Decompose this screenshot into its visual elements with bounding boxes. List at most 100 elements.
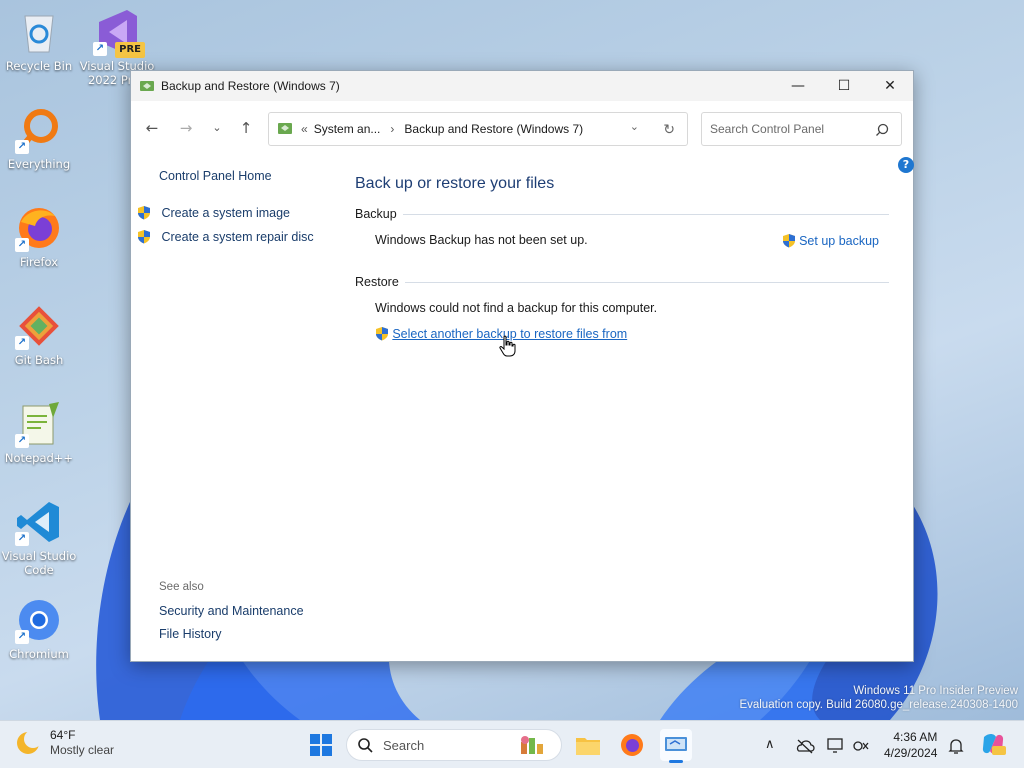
clock-time: 4:36 AM [893,730,938,744]
shortcut-arrow-icon: ↗ [93,42,107,56]
search-icon [358,738,373,753]
active-indicator [669,760,683,763]
set-up-backup-label[interactable]: Set up backup [799,234,879,248]
network-icon[interactable] [852,738,870,754]
help-icon[interactable]: ? [898,157,914,173]
copilot-icon [982,734,1006,755]
desktop-icon-notepad-plus-plus[interactable]: ↗ Notepad++ [1,400,77,465]
taskbar-search-box[interactable]: Search [346,729,562,761]
visual-studio-icon: PRE ↗ [93,8,145,58]
breadcrumb-system[interactable]: System an... [314,122,381,136]
notification-bell-icon[interactable] [948,737,964,755]
desktop-icon-label: Chromium [9,647,69,661]
recent-locations-chevron-icon[interactable]: ⌄ [207,118,227,138]
weather-description: Mostly clear [50,743,115,757]
back-arrow-icon[interactable]: ← [142,118,162,138]
shortcut-arrow-icon: ↗ [15,630,29,644]
uac-shield-icon [376,327,388,341]
close-button[interactable]: ✕ [867,71,913,101]
git-bash-icon: ↗ [15,302,63,350]
task-create-repair-disc[interactable]: Create a system repair disc [137,229,314,244]
control-panel-home-link[interactable]: Control Panel Home [159,169,272,183]
search-icon[interactable] [875,123,889,137]
taskbar-file-explorer[interactable] [572,729,604,761]
title-bar[interactable]: Backup and Restore (Windows 7) — ☐ ✕ [131,71,913,101]
window-title: Backup and Restore (Windows 7) [161,79,340,93]
task-label[interactable]: Create a system repair disc [161,230,313,244]
forward-arrow-icon[interactable]: → [176,118,196,138]
onedrive-offline-icon[interactable] [795,738,815,754]
notepad-plus-plus-icon: ↗ [15,400,63,448]
weather-moon-icon [17,730,42,754]
desktop-icon-recycle-bin[interactable]: Recycle Bin [1,8,77,73]
taskbar-control-panel-active[interactable] [660,729,692,763]
clock[interactable]: 4:36 AM 4/29/2024 [884,729,937,761]
desktop-icon-label: Everything [7,157,71,171]
backup-section-label: Backup [355,207,397,221]
refresh-icon[interactable]: ↻ [663,121,675,138]
vscode-icon: ↗ [15,498,63,546]
taskbar-search-label: Search [383,737,425,753]
restore-status-text: Windows could not find a backup for this… [375,301,658,315]
firefox-icon [621,734,643,756]
desktop-icon-vscode[interactable]: ↗ Visual Studio Code [1,498,77,577]
shortcut-arrow-icon: ↗ [15,434,29,448]
desktop-icon-firefox[interactable]: ↗ Firefox [1,204,77,269]
desktop-icon-git-bash[interactable]: ↗ Git Bash [1,302,77,367]
search-highlight-icon [521,736,543,754]
page-heading: Back up or restore your files [355,175,555,192]
control-panel-icon [278,123,292,134]
shortcut-arrow-icon: ↗ [15,238,29,252]
weather-widget[interactable]: 64°F Mostly clear [14,728,114,758]
maximize-button[interactable]: ☐ [821,71,867,101]
task-create-system-image[interactable]: Create a system image [137,205,290,220]
watermark-line-1: Windows 11 Pro Insider Preview [853,685,1018,697]
taskbar-firefox[interactable] [616,729,648,761]
address-dropdown-chevron-icon[interactable]: ⌄ [630,120,639,133]
uac-shield-icon [782,234,795,248]
display-icon[interactable] [827,738,845,754]
backup-restore-app-icon [140,81,154,91]
main-content: Back up or restore your files Backup Win… [355,175,889,357]
restore-section-header: Restore [355,275,889,289]
breadcrumb-overflow[interactable]: « [301,122,308,136]
minimize-button[interactable]: — [775,71,821,101]
copilot-button[interactable] [980,731,1006,757]
section-divider [402,213,889,215]
backup-restore-window: Backup and Restore (Windows 7) — ☐ ✕ ← →… [130,70,914,662]
everything-search-icon: ↗ [15,106,63,154]
desktop-icon-label: Firefox [19,255,59,269]
shortcut-arrow-icon: ↗ [15,336,29,350]
start-button[interactable] [305,729,337,761]
search-control-panel-input[interactable]: Search Control Panel [701,112,902,146]
clock-date: 4/29/2024 [884,746,938,760]
address-bar[interactable]: « System an... › Backup and Restore (Win… [268,112,688,146]
desktop-icon-chromium[interactable]: ↗ Chromium [1,596,77,661]
task-label[interactable]: Create a system image [161,206,290,220]
security-maintenance-link[interactable]: Security and Maintenance [159,604,304,618]
desktop-icon-label: Git Bash [14,353,64,367]
shortcut-arrow-icon: ↗ [15,532,29,546]
hand-cursor-icon [499,335,516,357]
evaluation-watermark: Windows 11 Pro Insider Preview Evaluatio… [739,685,1018,711]
search-placeholder: Search Control Panel [710,122,825,136]
up-arrow-icon[interactable]: ↑ [236,118,256,138]
control-panel-icon [665,737,687,751]
see-also-label: See also [159,581,204,593]
desktop-icon-label: Notepad++ [4,451,74,465]
shortcut-arrow-icon: ↗ [15,140,29,154]
desktop-icon-everything[interactable]: ↗ Everything [1,106,77,171]
backup-section-header: Backup [355,207,889,221]
firefox-icon: ↗ [15,204,63,252]
recycle-bin-icon [15,8,63,56]
breadcrumb-current[interactable]: Backup and Restore (Windows 7) [404,122,583,136]
desktop-icon-label: Visual Studio Code [1,549,77,577]
backup-status-text: Windows Backup has not been set up. [375,233,588,247]
breadcrumb-separator-icon: › [390,122,395,136]
show-hidden-icons-chevron-icon[interactable]: ∧ [765,736,775,752]
chromium-icon: ↗ [15,596,63,644]
windows-logo-icon [310,734,332,756]
pre-badge: PRE [115,42,145,58]
file-history-link[interactable]: File History [159,627,222,641]
set-up-backup-link[interactable]: Set up backup [782,233,879,248]
